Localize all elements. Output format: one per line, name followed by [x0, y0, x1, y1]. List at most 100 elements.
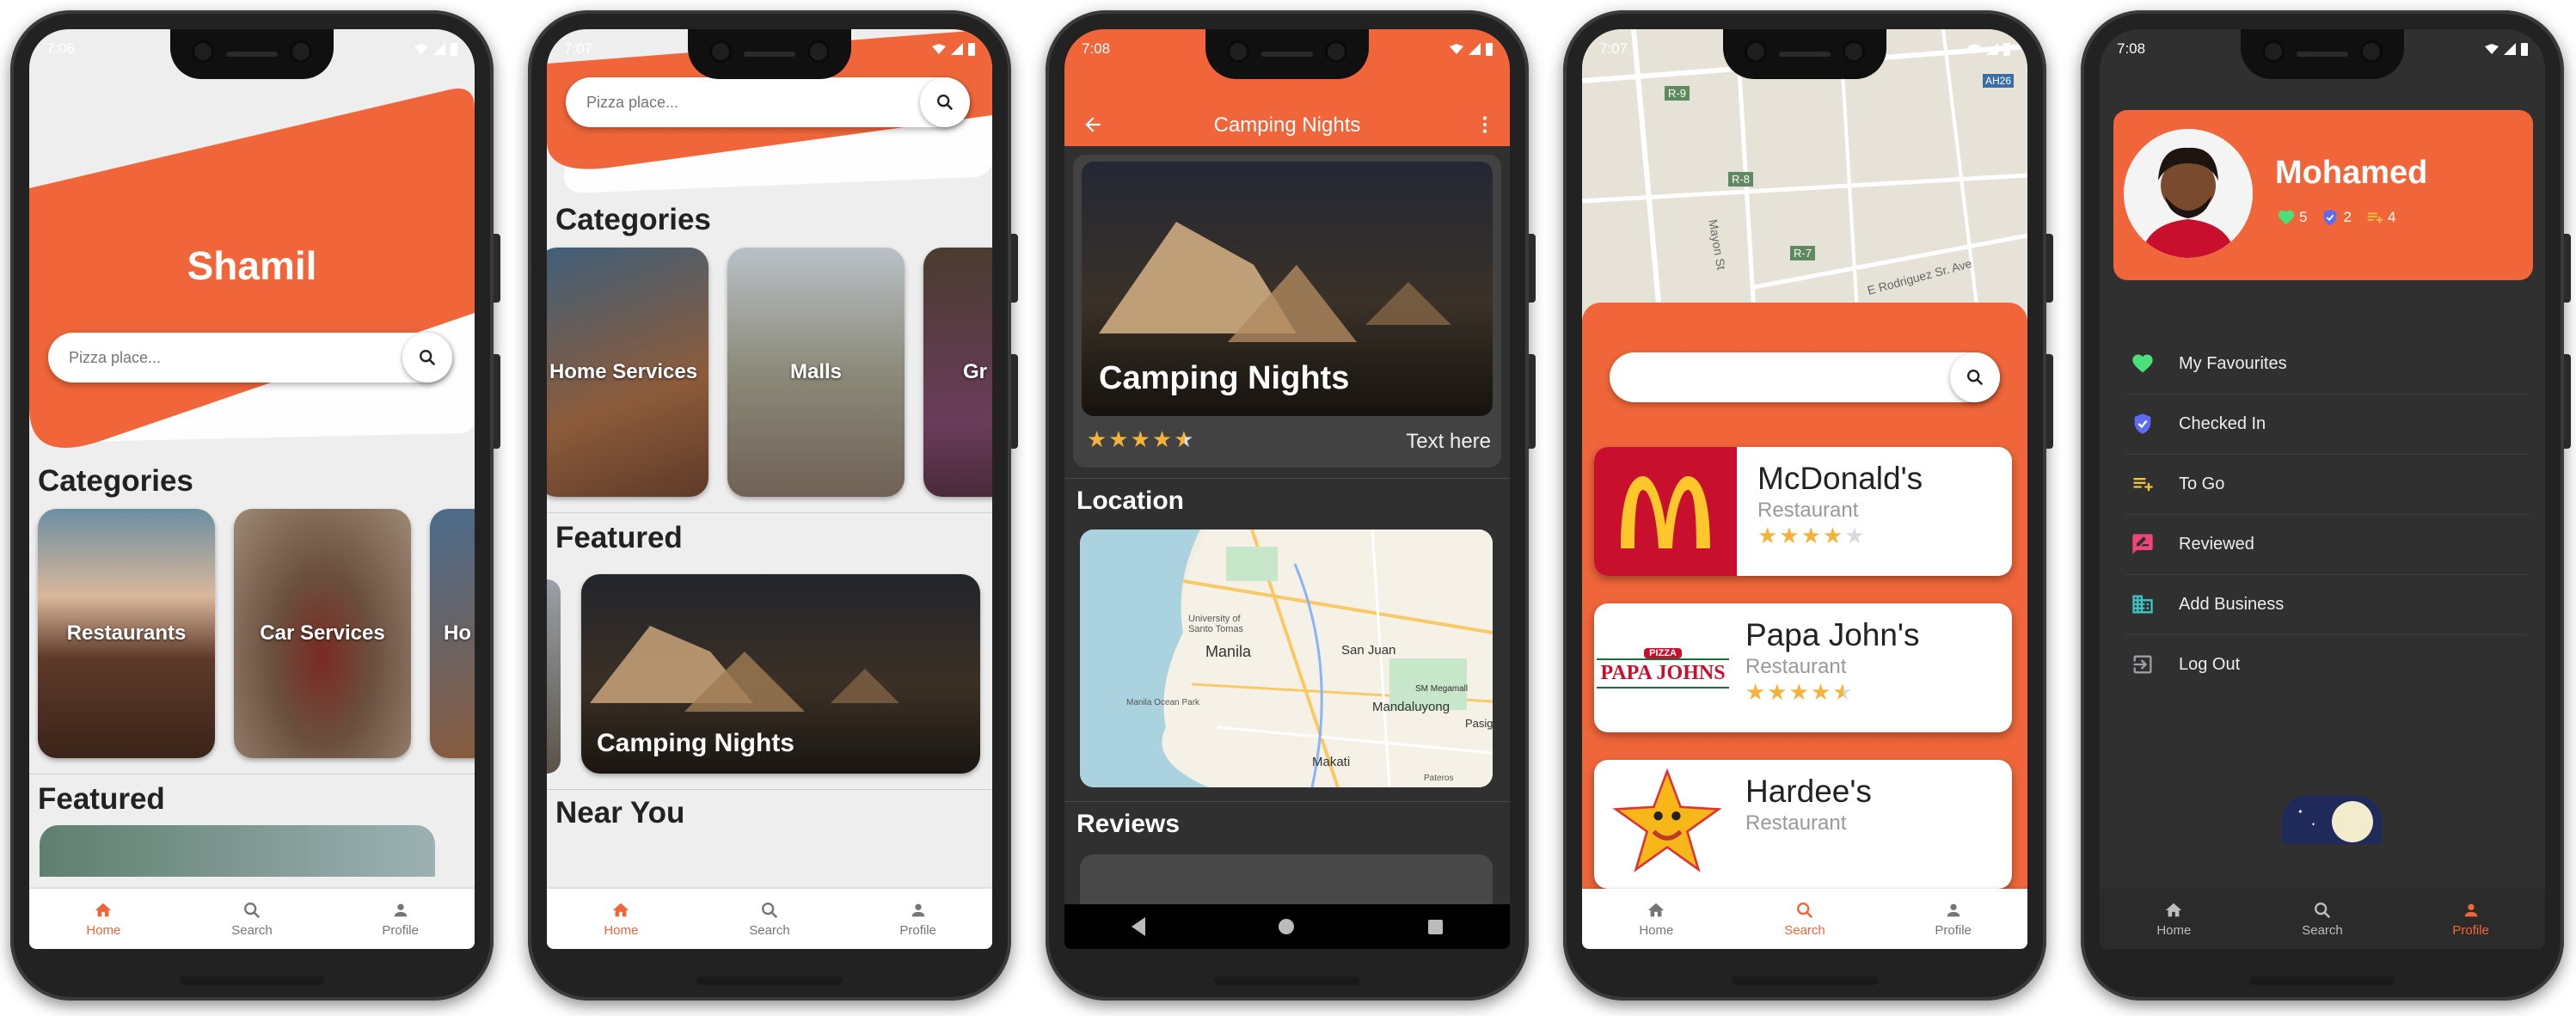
search-bar[interactable]: [48, 333, 452, 383]
nav-profile[interactable]: Profile: [2420, 901, 2523, 938]
rate-review-icon: [2132, 534, 2153, 554]
menu-my-favourites[interactable]: My Favourites: [2125, 334, 2530, 395]
featured-title: Featured: [555, 521, 683, 554]
person-icon: [2464, 903, 2477, 916]
menu-checked-in[interactable]: Checked In: [2125, 394, 2530, 455]
category-card-home-services[interactable]: Home Services: [547, 248, 708, 497]
profile-name: Mohamed: [2275, 155, 2428, 191]
phone-3: 7:08 Camping Nights Camping Nights ★★★★★…: [1046, 10, 1536, 1001]
nav-profile[interactable]: Profile: [867, 901, 970, 938]
nav-search[interactable]: Search: [2271, 901, 2374, 938]
nav-home[interactable]: Home: [2122, 901, 2225, 938]
search-input[interactable]: [48, 347, 402, 368]
nav-home[interactable]: Home: [52, 901, 155, 938]
nav-search[interactable]: Search: [718, 901, 821, 938]
heart-icon: [2132, 354, 2153, 373]
app-bar-title: Camping Nights: [1213, 113, 1361, 137]
person-icon: [1947, 903, 1960, 916]
featured-card-prev[interactable]: [547, 579, 561, 774]
heart-icon: [2278, 210, 2295, 225]
category-card-malls[interactable]: Malls: [727, 248, 905, 497]
nav-home[interactable]: Home: [1604, 901, 1708, 938]
menu-to-go[interactable]: To Go: [2125, 454, 2530, 515]
nav-search[interactable]: Search: [200, 901, 304, 938]
home-screen: 7:06 Shamil Categories Restaurants Car S…: [29, 29, 475, 949]
search-icon: [1967, 370, 1984, 386]
back-button[interactable]: [1131, 917, 1145, 936]
featured-card-title: Camping Nights: [597, 729, 794, 757]
featured-title: Featured: [38, 782, 165, 816]
featured-card-camping[interactable]: Camping Nights: [581, 574, 980, 774]
search-icon: [762, 902, 778, 918]
home-icon: [95, 903, 112, 916]
search-button[interactable]: [1950, 352, 2000, 402]
playlist-add-icon: [2367, 212, 2383, 223]
near-you-title: Near You: [555, 796, 685, 829]
papa-johns-logo: PIZZA PAPA JOHNS: [1594, 603, 1732, 732]
checked-in-count: 2: [2343, 209, 2352, 225]
menu-reviewed[interactable]: Reviewed: [2125, 514, 2530, 575]
status-time: 7:08: [2117, 40, 2146, 57]
bottom-nav: Home Search Profile: [2100, 889, 2545, 949]
category-card-restaurants[interactable]: Restaurants: [38, 509, 215, 758]
playlist-add-icon: [2133, 478, 2153, 492]
hero-title: Camping Nights: [1099, 360, 1350, 396]
hero-text: Text here: [1406, 430, 1491, 453]
phone-5: 7:08 Mohamed 5 2 4 My Favourites Checked…: [2081, 10, 2571, 1001]
bottom-nav: Home Search Profile: [547, 889, 992, 949]
search-bar[interactable]: [1610, 352, 2000, 402]
home-button[interactable]: [1279, 919, 1295, 934]
category-card-groceries[interactable]: Gr: [923, 248, 992, 497]
hero-card: Camping Nights ★★★★★ Text here: [1073, 155, 1501, 468]
rating-stars: ★★★★★: [1745, 679, 1855, 705]
result-card-papa-johns[interactable]: PIZZA PAPA JOHNS Papa John's Restaurant …: [1594, 603, 2012, 732]
nav-search[interactable]: Search: [1753, 901, 1856, 938]
logout-icon: [2133, 655, 2152, 674]
moon-icon: [2332, 801, 2373, 842]
profile-stats: 5 2 4: [2277, 208, 2395, 227]
bottom-nav: Home Search Profile: [29, 889, 475, 949]
search-icon: [420, 350, 436, 366]
theme-toggle[interactable]: ✦ ✦: [2282, 796, 2382, 844]
search-input[interactable]: [566, 92, 920, 113]
featured-card[interactable]: [40, 825, 435, 877]
more-vert-icon[interactable]: [1474, 113, 1496, 136]
location-map[interactable]: University of Santo Tomas Manila San Jua…: [1080, 529, 1493, 787]
categories-title: Categories: [555, 203, 711, 236]
search-icon: [937, 95, 954, 111]
result-card-hardees[interactable]: Hardee's Restaurant: [1594, 760, 2012, 889]
result-name: McDonald's: [1757, 461, 1923, 496]
location-title: Location: [1076, 487, 1184, 515]
search-bar[interactable]: [566, 77, 970, 127]
menu-add-business[interactable]: Add Business: [2125, 574, 2530, 635]
search-screen: R-9 R-8 R-7 AH26 Mayon St E Rodriguez Sr…: [1582, 29, 2027, 949]
reviews-title: Reviews: [1076, 810, 1181, 838]
nav-profile[interactable]: Profile: [1902, 901, 2005, 938]
favourites-count: 5: [2299, 209, 2308, 225]
nav-profile[interactable]: Profile: [349, 901, 452, 938]
status-time: 7:07: [564, 40, 593, 57]
category-card-car-services[interactable]: Car Services: [234, 509, 411, 758]
menu-log-out[interactable]: Log Out: [2125, 634, 2530, 695]
bottom-nav: Home Search Profile: [1582, 889, 2027, 949]
result-type: Restaurant: [1745, 811, 1847, 835]
nav-home[interactable]: Home: [569, 901, 672, 938]
place-detail-screen: 7:08 Camping Nights Camping Nights ★★★★★…: [1064, 29, 1510, 949]
status-time: 7:06: [46, 40, 76, 57]
category-card-home-services[interactable]: Ho: [430, 509, 475, 758]
recents-button[interactable]: [1428, 919, 1444, 934]
search-button[interactable]: [402, 333, 452, 383]
result-card-mcdonalds[interactable]: McDonald's Restaurant ★★★★★: [1594, 447, 2012, 576]
result-type: Restaurant: [1745, 655, 1847, 678]
home-icon: [2166, 903, 2182, 916]
result-type: Restaurant: [1757, 499, 1859, 522]
search-input[interactable]: [1610, 367, 1950, 388]
person-icon: [911, 903, 924, 916]
search-icon: [244, 902, 261, 918]
status-time: 7:07: [1599, 40, 1628, 57]
home-icon: [613, 903, 629, 916]
phone-1: 7:06 Shamil Categories Restaurants Car S…: [10, 10, 500, 1001]
status-time: 7:08: [1082, 40, 1111, 57]
search-button[interactable]: [920, 77, 970, 127]
home-screen-scrolled: 7:07 Categories Home Services Malls Gr F…: [547, 29, 992, 949]
